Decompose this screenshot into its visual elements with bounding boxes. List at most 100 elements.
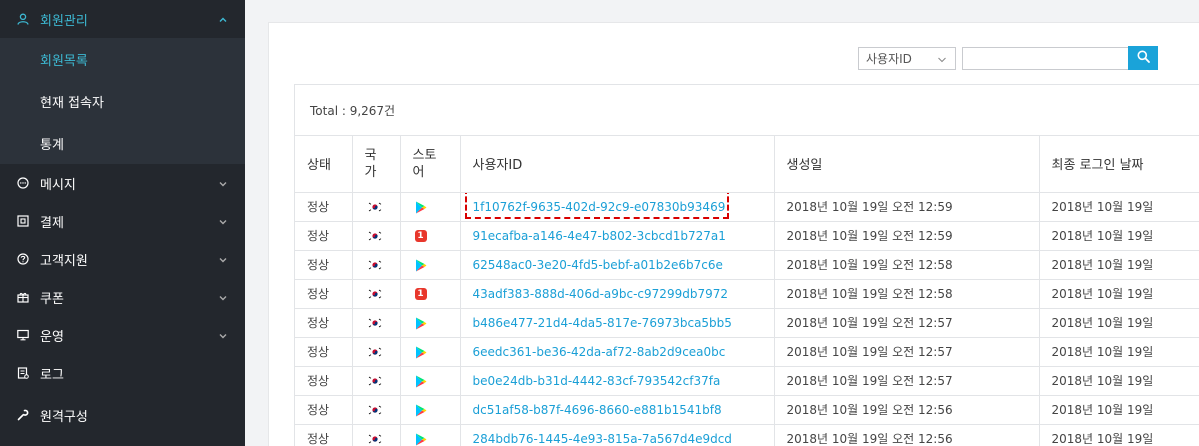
column-header-created[interactable]: 생성일 [774, 136, 1040, 193]
sidebar-item-log[interactable]: 로그 [0, 354, 245, 392]
cell-country [352, 221, 401, 251]
chevron-down-icon [218, 216, 228, 226]
payment-icon [16, 215, 29, 228]
sidebar-item-member-list[interactable]: 회원목록 [0, 38, 245, 80]
member-submenu: 회원목록 현재 접속자 통계 [0, 38, 245, 164]
column-header-country-label: 국가 [364, 147, 377, 180]
cell-status: 정상 [295, 279, 353, 309]
table-row[interactable]: 정상 1 91ecafba-a146-4e47-b802-3cbcd1b727a1 2… [295, 221, 1199, 251]
column-header-last-login[interactable]: 최종 로그인 날짜 [1039, 136, 1199, 193]
chevron-down-icon [218, 178, 228, 188]
user-id-link[interactable]: 91ecafba-a146-4e47-b802-3cbcd1b727a1 [473, 229, 726, 243]
cell-user-id: 43adf383-888d-406d-a9bc-c97299db7972 [460, 279, 775, 309]
cell-user-id: dc51af58-b87f-4696-8660-e881b1541bf8 [460, 395, 775, 425]
google-play-icon [415, 404, 427, 417]
table-row[interactable]: 정상 6eedc361-be36-42da-af72-8ab2d9cea0bc 20… [295, 337, 1199, 367]
cell-status: 정상 [295, 366, 353, 396]
search-button[interactable] [1128, 46, 1158, 70]
cell-user-id: 62548ac0-3e20-4fd5-bebf-a01b2e6b7c6e [460, 250, 775, 280]
table-row[interactable]: 정상 b486e477-21d4-4da5-817e-76973bca5bb5 20… [295, 308, 1199, 338]
kr-flag-icon [366, 317, 383, 329]
cell-store [400, 395, 461, 425]
cell-user-id: 6eedc361-be36-42da-af72-8ab2d9cea0bc [460, 337, 775, 367]
sidebar-item-label: 통계 [40, 137, 64, 153]
cell-created: 2018년 10월 19일 오전 12:59 [774, 221, 1040, 251]
sidebar-item-support[interactable]: 고객지원 [0, 240, 245, 278]
sidebar-item-label: 로그 [40, 367, 64, 383]
sidebar-item-coupon[interactable]: 쿠폰 [0, 278, 245, 316]
column-header-user-id[interactable]: 사용자ID [460, 136, 775, 193]
user-id-link[interactable]: dc51af58-b87f-4696-8660-e881b1541bf8 [473, 403, 722, 417]
cell-store [400, 192, 461, 222]
sidebar-item-message[interactable]: 메시지 [0, 164, 245, 202]
sidebar-item-label: 원격구성 [40, 409, 88, 425]
user-id-link[interactable]: be0e24db-b31d-4442-83cf-793542cf37fa [473, 374, 721, 388]
cell-created: 2018년 10월 19일 오전 12:58 [774, 250, 1040, 280]
table-row[interactable]: 정상 1f10762f-9635-402d-92c9-e07830b93469 20… [295, 192, 1199, 222]
cell-user-id: b486e477-21d4-4da5-817e-76973bca5bb5 [460, 308, 775, 338]
sidebar-item-member-management[interactable]: 회원관리 [0, 0, 245, 38]
search-icon [1137, 50, 1150, 66]
cell-created: 2018년 10월 19일 오전 12:57 [774, 308, 1040, 338]
cell-user-id: be0e24db-b31d-4442-83cf-793542cf37fa [460, 366, 775, 396]
google-play-icon [415, 317, 427, 330]
cell-created: 2018년 10월 19일 오전 12:56 [774, 424, 1040, 446]
table-row[interactable]: 정상 be0e24db-b31d-4442-83cf-793542cf37fa 20… [295, 366, 1199, 396]
cell-created: 2018년 10월 19일 오전 12:57 [774, 337, 1040, 367]
cell-last-login: 2018년 10월 19일 [1039, 308, 1199, 338]
column-header-store-label: 스토어 [412, 147, 437, 180]
sidebar-item-payment[interactable]: 결제 [0, 202, 245, 240]
user-id-link[interactable]: 6eedc361-be36-42da-af72-8ab2d9cea0bc [473, 345, 726, 359]
column-header-status[interactable]: 상태 [295, 136, 353, 193]
cell-status: 정상 [295, 192, 353, 222]
user-id-link[interactable]: 284bdb76-1445-4e93-815a-7a567d4e9dcd [473, 432, 732, 446]
sidebar-item-current-users[interactable]: 현재 접속자 [0, 80, 245, 122]
chevron-down-icon [937, 54, 947, 68]
cell-store: 1 [400, 279, 461, 309]
sidebar-item-operation[interactable]: 운영 [0, 316, 245, 354]
user-id-link[interactable]: 1f10762f-9635-402d-92c9-e07830b93469 [473, 200, 726, 214]
table-row[interactable]: 정상 1 43adf383-888d-406d-a9bc-c97299db7972 2… [295, 279, 1199, 309]
cell-country [352, 424, 401, 446]
gift-icon [16, 291, 29, 304]
cell-country [352, 308, 401, 338]
cell-store: 1 [400, 221, 461, 251]
cell-country [352, 395, 401, 425]
kr-flag-icon [366, 433, 383, 445]
search-input[interactable] [962, 47, 1129, 70]
sidebar-item-statistics[interactable]: 통계 [0, 122, 245, 164]
cell-country [352, 279, 401, 309]
table-row[interactable]: 정상 dc51af58-b87f-4696-8660-e881b1541bf8 20… [295, 395, 1199, 425]
user-icon [16, 13, 29, 26]
cell-status: 정상 [295, 337, 353, 367]
user-id-link[interactable]: 62548ac0-3e20-4fd5-bebf-a01b2e6b7c6e [473, 258, 723, 272]
google-play-icon [415, 433, 427, 446]
cell-last-login: 2018년 10월 19일 [1039, 366, 1199, 396]
sidebar-item-label: 회원관리 [40, 13, 88, 29]
user-id-link[interactable]: b486e477-21d4-4da5-817e-76973bca5bb5 [473, 316, 732, 330]
sidebar: 회원관리 회원목록 현재 접속자 통계 메시지 결제 고객지원 쿠폰 운영 로그 [0, 0, 245, 446]
onestore-icon: 1 [414, 288, 427, 300]
cell-status: 정상 [295, 250, 353, 280]
cell-user-id: 284bdb76-1445-4e93-815a-7a567d4e9dcd [460, 424, 775, 446]
kr-flag-icon [366, 288, 383, 300]
table-row[interactable]: 정상 62548ac0-3e20-4fd5-bebf-a01b2e6b7c6e 20… [295, 250, 1199, 280]
member-table-container: Total : 9,267건 상태 국가 스토어 사용자ID 생성일 최종 로그… [294, 84, 1199, 446]
search-field-select[interactable]: 사용자ID [858, 47, 956, 70]
column-header-store[interactable]: 스토어 [400, 136, 461, 193]
table-row[interactable]: 정상 284bdb76-1445-4e93-815a-7a567d4e9dcd 20… [295, 424, 1199, 446]
sidebar-item-label: 고객지원 [40, 253, 88, 269]
kr-flag-icon [366, 375, 383, 387]
sidebar-item-label: 회원목록 [40, 53, 88, 69]
column-header-country[interactable]: 국가 [352, 136, 401, 193]
sidebar-item-remote-config[interactable]: 원격구성 [0, 392, 245, 438]
sidebar-item-label: 결제 [40, 215, 64, 231]
cell-created: 2018년 10월 19일 오전 12:57 [774, 366, 1040, 396]
kr-flag-icon [366, 346, 383, 358]
sidebar-item-label: 운영 [40, 329, 64, 345]
cell-last-login: 2018년 10월 19일 [1039, 395, 1199, 425]
user-id-link[interactable]: 43adf383-888d-406d-a9bc-c97299db7972 [473, 287, 728, 301]
google-play-icon [415, 375, 427, 388]
total-count: Total : 9,267건 [295, 85, 1199, 136]
kr-flag-icon [366, 404, 383, 416]
